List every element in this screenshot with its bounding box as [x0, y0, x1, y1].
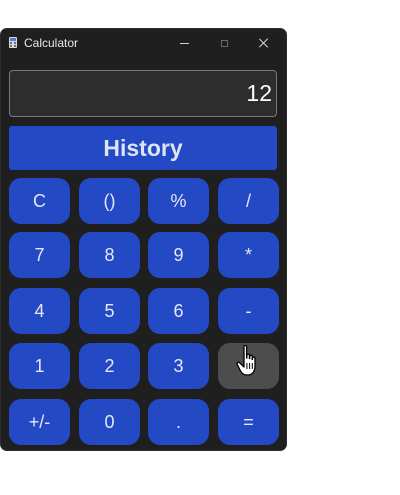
close-icon	[259, 38, 269, 48]
minimize-button[interactable]	[164, 29, 204, 57]
parentheses-button[interactable]: ()	[79, 178, 140, 224]
result-display[interactable]: 12	[9, 70, 277, 117]
maximize-button[interactable]	[204, 29, 244, 57]
equals-button[interactable]: =	[218, 399, 279, 445]
decimal-button[interactable]: .	[148, 399, 209, 445]
divide-button[interactable]: /	[218, 178, 279, 224]
maximize-icon	[220, 39, 228, 47]
percent-button[interactable]: %	[148, 178, 209, 224]
minimize-icon	[179, 42, 189, 44]
digit-3-button[interactable]: 3	[148, 343, 209, 389]
digit-2-button[interactable]: 2	[79, 343, 140, 389]
history-button[interactable]: History	[9, 126, 277, 170]
digit-1-button[interactable]: 1	[9, 343, 70, 389]
add-button[interactable]	[218, 343, 279, 389]
multiply-button[interactable]: *	[218, 232, 279, 278]
digit-6-button[interactable]: 6	[148, 288, 209, 334]
clear-button[interactable]: C	[9, 178, 70, 224]
window-title: Calculator	[24, 36, 79, 50]
digit-4-button[interactable]: 4	[9, 288, 70, 334]
digit-8-button[interactable]: 8	[79, 232, 140, 278]
calculator-icon	[9, 37, 17, 48]
negate-button[interactable]: +/-	[9, 399, 70, 445]
digit-0-button[interactable]: 0	[79, 399, 140, 445]
digit-9-button[interactable]: 9	[148, 232, 209, 278]
calculator-window: Calculator 12 History C () % / 7 8 9 * 4…	[1, 29, 286, 450]
close-button[interactable]	[244, 29, 284, 57]
title-bar: Calculator	[1, 29, 286, 57]
subtract-button[interactable]: -	[218, 288, 279, 334]
digit-5-button[interactable]: 5	[79, 288, 140, 334]
digit-7-button[interactable]: 7	[9, 232, 70, 278]
